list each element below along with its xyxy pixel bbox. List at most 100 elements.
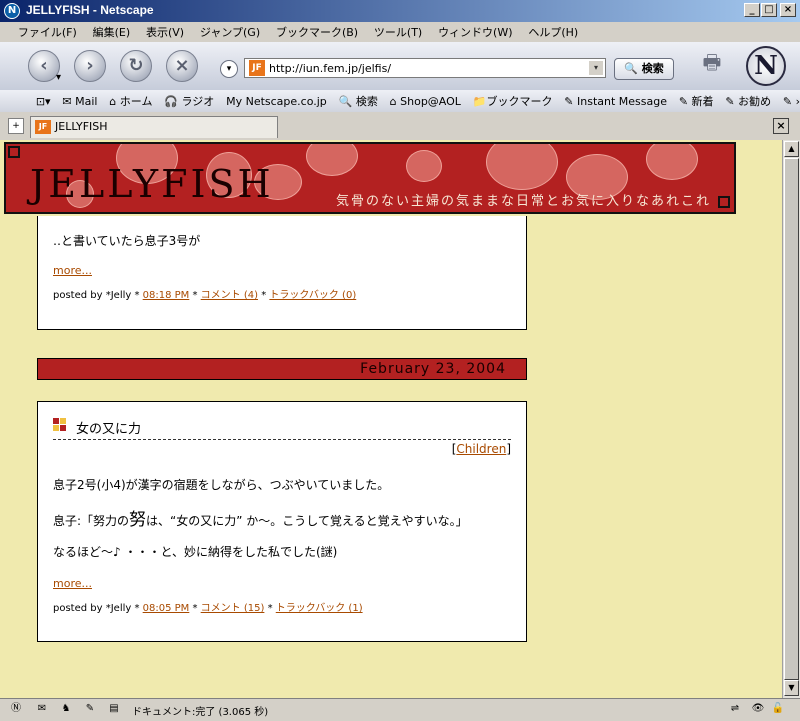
- category-link[interactable]: Children: [456, 442, 506, 456]
- status-text: ドキュメント:完了 (3.065 秒): [132, 707, 269, 718]
- tab-jellyfish[interactable]: JF JELLYFISH: [30, 116, 278, 138]
- more-link[interactable]: more...: [53, 577, 92, 590]
- bookmark-mail[interactable]: ✉ Mail: [58, 92, 101, 111]
- meta-separator: *: [258, 290, 270, 301]
- category-bracket: ]: [506, 442, 511, 456]
- menu-file[interactable]: ファイル(F): [12, 22, 83, 42]
- url-bar[interactable]: JF ▾: [244, 58, 606, 78]
- reload-button[interactable]: ↻: [120, 50, 152, 82]
- trackback-link[interactable]: トラックバック (0): [269, 290, 356, 301]
- menu-help[interactable]: ヘルプ(H): [522, 22, 584, 42]
- url-input[interactable]: [269, 60, 579, 76]
- meta-separator: *: [264, 603, 276, 614]
- menu-bookmarks[interactable]: ブックマーク(B): [270, 22, 364, 42]
- personal-toolbar: ⊡▾ ✉ Mail ⌂ ホーム 🎧 ラジオ My Netscape.co.jp …: [0, 90, 800, 113]
- post-meta: posted by *Jelly * 08:18 PM * コメント (4) *…: [53, 286, 356, 301]
- tab-favicon-icon: JF: [35, 120, 51, 134]
- history-dropdown-icon[interactable]: ▾: [220, 60, 238, 78]
- post-title-bullet-icon: [53, 418, 66, 431]
- jellyfish-bubble-image: [486, 144, 558, 190]
- post-entry: 女の又に力 [Children] 息子2号(小4)が漢字の宿題をしながら、つぶや…: [37, 401, 527, 642]
- bookmark-more[interactable]: ✎ ›: [779, 92, 800, 111]
- permalink-time[interactable]: 08:05 PM: [143, 603, 190, 614]
- title-bar: N JELLYFISH - Netscape _ □ ×: [0, 0, 800, 22]
- emphasized-kanji: 努: [129, 510, 147, 530]
- scroll-thumb[interactable]: [784, 158, 799, 680]
- scroll-down-icon[interactable]: ▼: [784, 680, 799, 696]
- post-paragraph-prefix: 息子:「努力の: [53, 514, 130, 528]
- post-title: 女の又に力: [76, 422, 142, 437]
- menu-view[interactable]: 表示(V): [140, 22, 190, 42]
- meta-separator: *: [189, 603, 201, 614]
- bookmark-home[interactable]: ⌂ ホーム: [105, 90, 156, 112]
- vertical-scrollbar[interactable]: ▲ ▼: [782, 140, 800, 698]
- corner-spiral-icon: [8, 146, 20, 158]
- bookmark-folder[interactable]: 📁ブックマーク: [469, 90, 557, 112]
- netscape-logo-icon[interactable]: N: [746, 46, 786, 86]
- corner-spiral-icon: [718, 196, 730, 208]
- menu-tools[interactable]: ツール(T): [368, 22, 428, 42]
- mail-icon[interactable]: ✉: [34, 702, 50, 716]
- post-paragraph: 息子2号(小4)が漢字の宿題をしながら、つぶやいていました。: [53, 478, 390, 492]
- menu-edit[interactable]: 編集(E): [87, 22, 137, 42]
- site-banner: JELLYFISH 気骨のない主婦の気ままな日常とお気に入りなあれこれ: [4, 142, 736, 214]
- post-paragraph-suffix: は、“女の又に力” か〜。こうして覚えると覚えやすいな。」: [146, 514, 468, 528]
- window-title: JELLYFISH - Netscape: [26, 3, 154, 17]
- bookmark-recommended[interactable]: ✎ お勧め: [721, 90, 775, 112]
- jellyfish-bubble-image: [646, 144, 698, 180]
- date-header: February 23, 2004: [37, 358, 527, 380]
- composer-icon[interactable]: ✎: [82, 702, 98, 716]
- security-icon[interactable]: 👁: [750, 702, 766, 716]
- search-button[interactable]: 🔍 検索: [614, 58, 674, 80]
- posted-by-text: posted by *Jelly *: [53, 603, 143, 614]
- toolbar-menu-icon[interactable]: ⊡▾: [32, 92, 55, 111]
- tab-label: JELLYFISH: [55, 120, 108, 133]
- bookmark-my-netscape[interactable]: My Netscape.co.jp: [222, 92, 331, 111]
- menu-go[interactable]: ジャンプ(G): [194, 22, 266, 42]
- jellyfish-bubble-image: [306, 144, 358, 176]
- stop-button[interactable]: ×: [166, 50, 198, 82]
- close-tab-button[interactable]: ×: [773, 118, 789, 134]
- bookmark-radio[interactable]: 🎧 ラジオ: [160, 90, 218, 112]
- close-window-button[interactable]: ×: [780, 3, 796, 17]
- site-title[interactable]: JELLYFISH: [30, 162, 274, 206]
- menu-window[interactable]: ウィンドウ(W): [432, 22, 518, 42]
- lock-icon: 🔓: [771, 703, 785, 714]
- site-favicon-icon: JF: [249, 60, 265, 76]
- navigator-icon[interactable]: Ⓝ: [8, 702, 24, 716]
- comments-link[interactable]: コメント (15): [201, 603, 265, 614]
- post-paragraph: 息子:「努力の努は、“女の又に力” か〜。こうして覚えると覚えやすいな。」: [53, 505, 468, 530]
- meta-separator: *: [189, 290, 201, 301]
- permalink-time[interactable]: 08:18 PM: [143, 290, 190, 301]
- bookmark-search[interactable]: 🔍 検索: [335, 90, 382, 112]
- post-body-text: ‥と書いていたら息子3号が: [53, 234, 201, 248]
- bookmark-new[interactable]: ✎ 新着: [675, 90, 718, 112]
- site-tagline: 気骨のない主婦の気ままな日常とお気に入りなあれこれ: [336, 194, 712, 209]
- post-category: [Children]: [452, 442, 511, 456]
- post-entry: ‥と書いていたら息子3号が more... posted by *Jelly *…: [37, 216, 527, 330]
- trackback-link[interactable]: トラックバック (1): [276, 603, 363, 614]
- comments-link[interactable]: コメント (4): [201, 290, 258, 301]
- more-link[interactable]: more...: [53, 264, 92, 277]
- post-meta: posted by *Jelly * 08:05 PM * コメント (15) …: [53, 599, 363, 614]
- url-dropdown-icon[interactable]: ▾: [589, 61, 603, 75]
- post-paragraph: なるほど〜♪ ・・・と、妙に納得をした私でした(謎): [53, 545, 338, 559]
- page-content: JELLYFISH 気骨のない主婦の気ままな日常とお気に入りなあれこれ ‥と書い…: [0, 140, 782, 698]
- online-status-icon[interactable]: ⇌: [724, 702, 746, 716]
- bookmark-shop-aol[interactable]: ⌂ Shop@AOL: [386, 92, 465, 111]
- bookmark-instant-message[interactable]: ✎ Instant Message: [560, 92, 671, 111]
- jellyfish-bubble-image: [406, 150, 442, 182]
- menu-bar: ファイル(F) 編集(E) 表示(V) ジャンプ(G) ブックマーク(B) ツー…: [0, 22, 800, 42]
- instant-messenger-icon[interactable]: ♞: [58, 702, 74, 716]
- forward-button[interactable]: ›: [74, 50, 106, 82]
- maximize-button[interactable]: □: [761, 3, 777, 17]
- netscape-icon: N: [4, 3, 20, 19]
- posted-by-text: posted by *Jelly *: [53, 290, 143, 301]
- scroll-up-icon[interactable]: ▲: [784, 141, 799, 157]
- title-divider: [53, 439, 511, 440]
- minimize-button[interactable]: _: [744, 3, 760, 17]
- print-icon[interactable]: 🖶: [698, 48, 726, 74]
- address-book-icon[interactable]: ▤: [106, 702, 122, 716]
- back-dropdown-icon[interactable]: ▾: [56, 72, 61, 83]
- new-tab-icon[interactable]: +: [8, 118, 24, 134]
